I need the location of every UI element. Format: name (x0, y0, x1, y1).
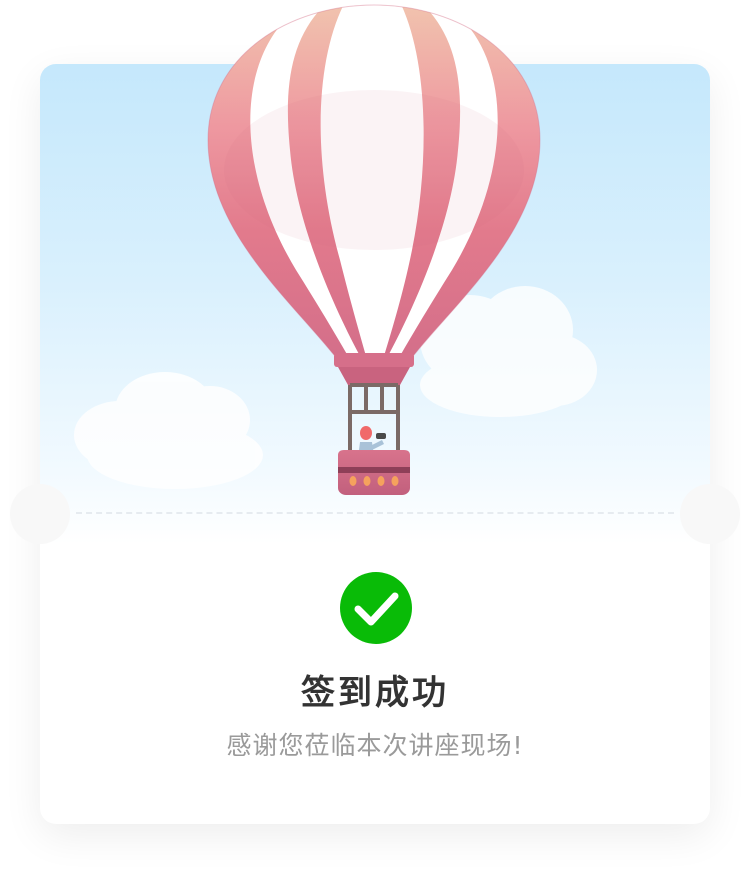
sign-in-result-page: 签到成功 感谢您莅临本次讲座现场! (0, 0, 750, 896)
thank-you-message: 感谢您莅临本次讲座现场! (226, 731, 524, 760)
check-circle-icon (340, 572, 412, 644)
success-title: 签到成功 (301, 673, 449, 713)
hot-air-balloon-illustration (74, 4, 597, 495)
balloon-neck (334, 353, 414, 367)
cloud-left (74, 372, 263, 489)
balloon-basket (338, 450, 410, 495)
